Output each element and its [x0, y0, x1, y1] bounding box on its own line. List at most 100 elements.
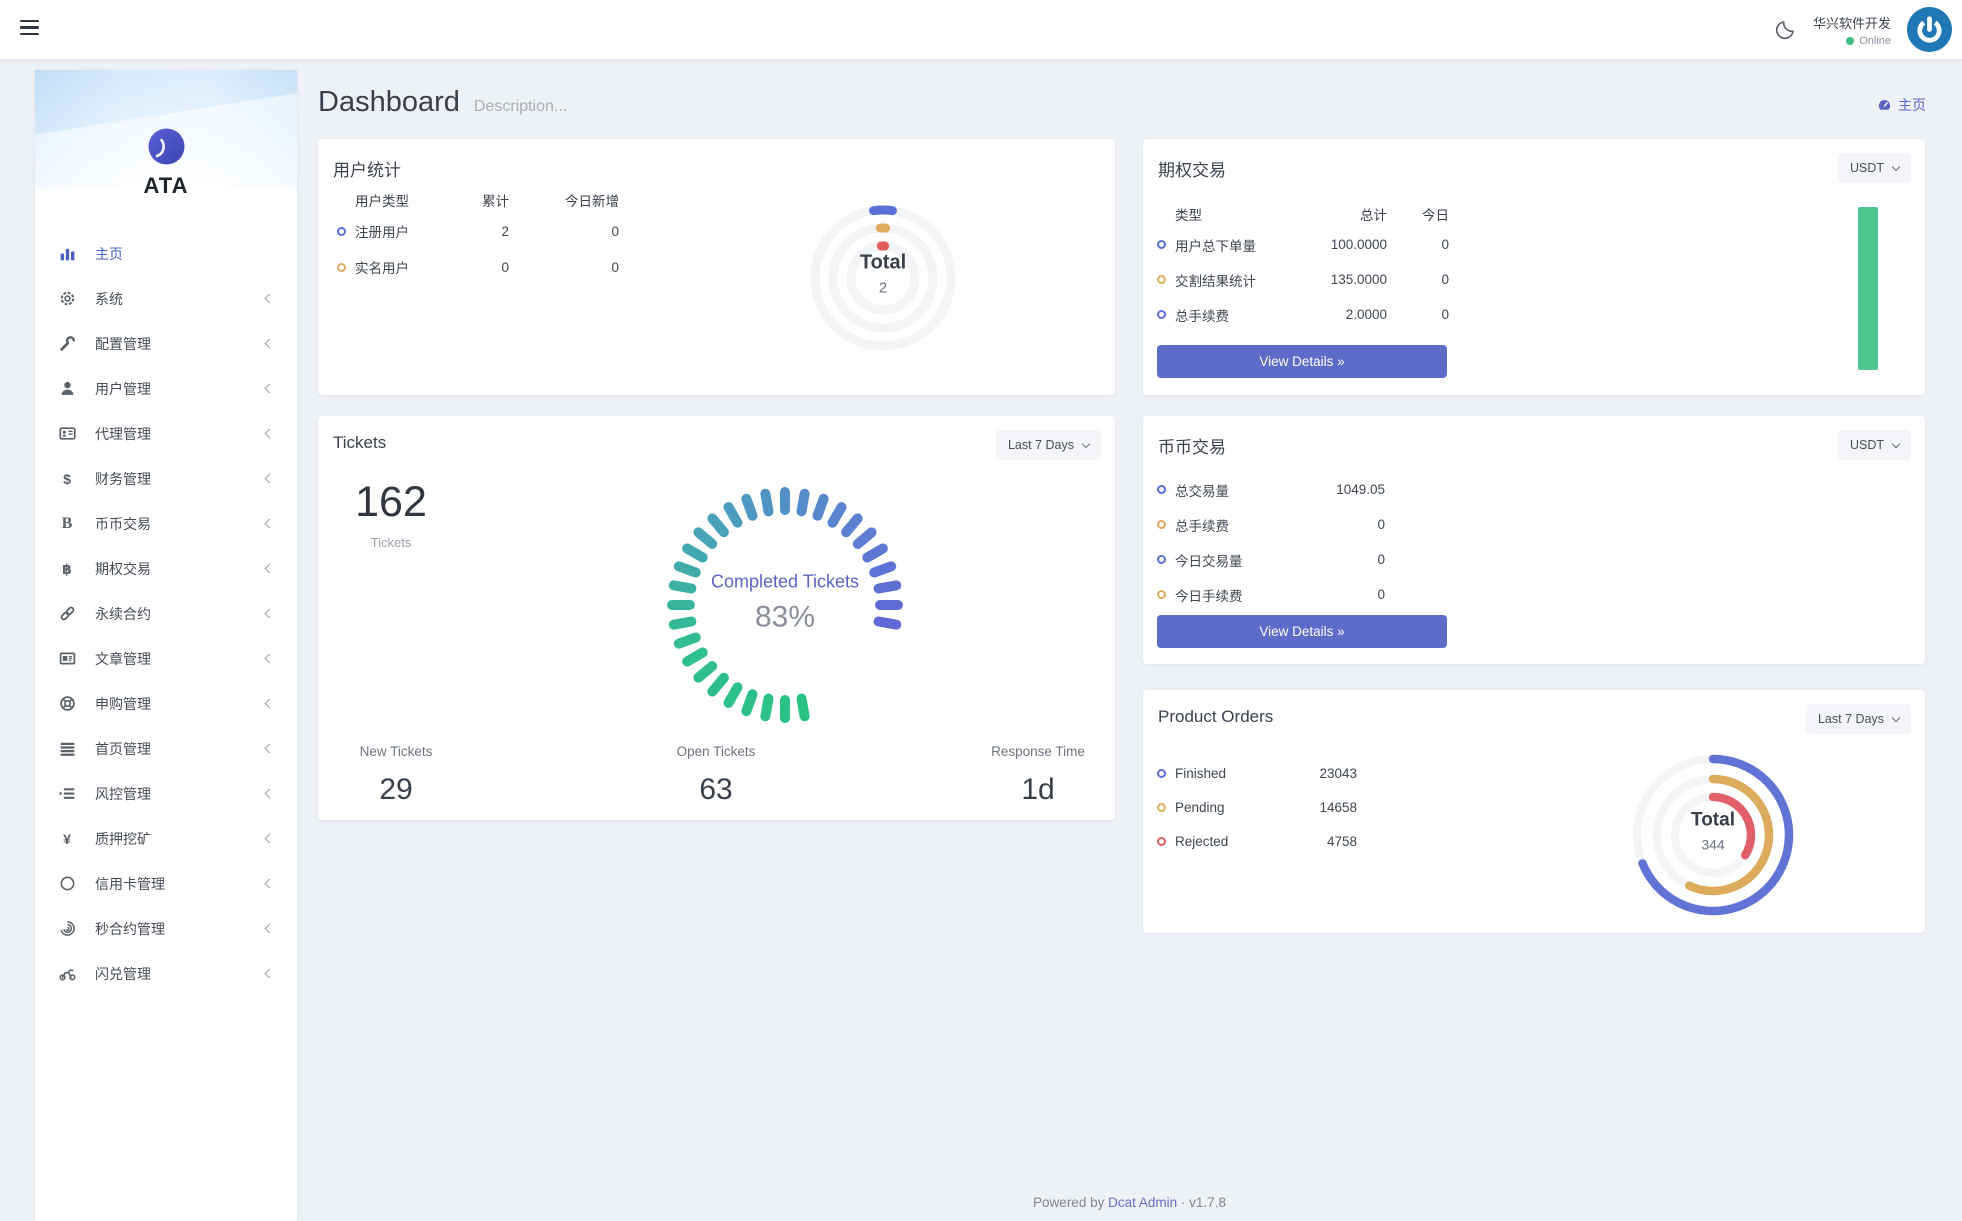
chevron-left-icon: [265, 429, 275, 439]
letter-b-icon: B: [58, 515, 76, 533]
card-title: 期权交易: [1158, 156, 1226, 181]
life-ring-icon: [58, 695, 76, 713]
legend-dot: [1157, 769, 1166, 778]
view-details-button[interactable]: View Details »: [1157, 615, 1447, 648]
chevron-left-icon: [265, 699, 275, 709]
gauge-label: Completed Tickets: [675, 572, 895, 593]
tickets-stat-response: Response Time 1d: [978, 744, 1098, 807]
sidebar-item-homepage[interactable]: 首页管理: [35, 726, 297, 771]
table-row: 注册用户 2 0: [337, 213, 619, 249]
chevron-down-icon: [1082, 439, 1090, 447]
card-options-trading: 期权交易 USDT 类型 总计 今日 用户总下单量 100.0000 0 交割结…: [1143, 139, 1925, 395]
sidebar-item-staking[interactable]: ¥ 质押挖矿: [35, 816, 297, 861]
sidebar-item-risk[interactable]: 风控管理: [35, 771, 297, 816]
column-header: 总计: [1287, 204, 1387, 224]
app-logo: [148, 128, 185, 165]
id-card-icon: [58, 425, 76, 443]
table-row: Finished 23043: [1157, 756, 1357, 790]
legend-dot: [1157, 520, 1166, 529]
product-orders-polar-chart: Total 344: [1628, 750, 1798, 920]
user-icon: [58, 380, 76, 398]
chevron-left-icon: [265, 564, 275, 574]
motorcycle-icon: [58, 965, 76, 983]
card-title: Tickets: [333, 433, 386, 453]
breadcrumb-home: 主页: [1898, 95, 1926, 115]
chevron-left-icon: [265, 474, 275, 484]
column-header: 今日: [1387, 204, 1449, 224]
yen-icon: ¥: [58, 830, 76, 848]
options-volume-bar: [1858, 207, 1878, 370]
tickets-stat-new: New Tickets 29: [336, 744, 456, 807]
sidebar-item-finance[interactable]: $ 财务管理: [35, 456, 297, 501]
currency-select[interactable]: USDT: [1838, 153, 1911, 183]
sidebar-toggle-icon[interactable]: [20, 20, 39, 36]
chevron-down-icon: [1892, 713, 1900, 721]
gear-icon: [58, 290, 76, 308]
sidebar-item-articles[interactable]: 文章管理: [35, 636, 297, 681]
link-icon: [58, 605, 76, 623]
power-icon: [1907, 7, 1952, 52]
sidebar-item-users[interactable]: 用户管理: [35, 366, 297, 411]
chevron-left-icon: [265, 339, 275, 349]
legend-dot: [1157, 837, 1166, 846]
chevron-down-icon: [1892, 162, 1900, 170]
chevron-down-icon: [1892, 439, 1900, 447]
range-select[interactable]: Last 7 Days: [996, 430, 1101, 460]
card-title: Product Orders: [1158, 707, 1273, 727]
dark-mode-icon[interactable]: [1773, 18, 1797, 42]
dcat-admin-link[interactable]: Dcat Admin: [1108, 1195, 1177, 1210]
sidebar-item-perpetual[interactable]: 永续合约: [35, 591, 297, 636]
top-navbar: 华兴软件开发 Online: [0, 0, 1962, 59]
table-row: 总手续费 0: [1157, 507, 1385, 542]
gauge-value: 83%: [675, 601, 895, 635]
sidebar-item-agents[interactable]: 代理管理: [35, 411, 297, 456]
avatar[interactable]: [1907, 7, 1952, 52]
version-label: v1.7.8: [1189, 1195, 1226, 1210]
chevron-left-icon: [265, 384, 275, 394]
table-row: 总手续费 2.0000 0: [1157, 297, 1449, 332]
gauge-icon: [1877, 98, 1892, 113]
indent-list-icon: [58, 785, 76, 803]
sidebar-item-home[interactable]: 主页: [35, 231, 297, 276]
table-row: 用户总下单量 100.0000 0: [1157, 227, 1449, 262]
column-header: 累计: [437, 190, 509, 210]
breadcrumb[interactable]: 主页: [1877, 95, 1926, 115]
legend-dot: [1157, 803, 1166, 812]
wrench-icon: [58, 335, 76, 353]
page-title: Dashboard: [318, 86, 460, 119]
chevron-left-icon: [265, 609, 275, 619]
currency-select[interactable]: USDT: [1838, 430, 1911, 460]
online-status-dot: [1846, 37, 1854, 45]
legend-dot: [337, 227, 346, 236]
sidebar-item-options-trade[interactable]: ฿ 期权交易: [35, 546, 297, 591]
view-details-button[interactable]: View Details »: [1157, 345, 1447, 378]
circle-icon: [58, 875, 76, 893]
chart-total-label: Total: [1691, 810, 1735, 832]
chevron-left-icon: [265, 834, 275, 844]
user-menu[interactable]: 华兴软件开发 Online: [1813, 13, 1891, 47]
coil-icon: [58, 920, 76, 938]
sidebar-item-flash-swap[interactable]: 闪兑管理: [35, 951, 297, 996]
sidebar: ATA 主页 系统 配置管理 用户管理 代理管理: [35, 70, 297, 1221]
legend-dot: [1157, 555, 1166, 564]
chevron-left-icon: [265, 654, 275, 664]
sidebar-item-coin-trade[interactable]: B 币币交易: [35, 501, 297, 546]
legend-dot: [1157, 240, 1166, 249]
table-row: Pending 14658: [1157, 790, 1357, 824]
sidebar-item-system[interactable]: 系统: [35, 276, 297, 321]
card-title: 用户统计: [333, 156, 401, 181]
column-header: 类型: [1157, 204, 1287, 224]
chevron-left-icon: [265, 744, 275, 754]
sidebar-item-subscription[interactable]: 申购管理: [35, 681, 297, 726]
sidebar-item-second-contract[interactable]: 秒合约管理: [35, 906, 297, 951]
legend-dot: [1157, 310, 1166, 319]
online-status-label: Online: [1859, 35, 1891, 47]
range-select[interactable]: Last 7 Days: [1806, 704, 1911, 734]
legend-dot: [1157, 590, 1166, 599]
newspaper-icon: [58, 650, 76, 668]
sidebar-item-config[interactable]: 配置管理: [35, 321, 297, 366]
page-subtitle: Description...: [474, 98, 567, 116]
dollar-icon: $: [58, 470, 76, 488]
table-row: 总交易量 1049.05: [1157, 472, 1385, 507]
sidebar-item-credit-card[interactable]: 信用卡管理: [35, 861, 297, 906]
